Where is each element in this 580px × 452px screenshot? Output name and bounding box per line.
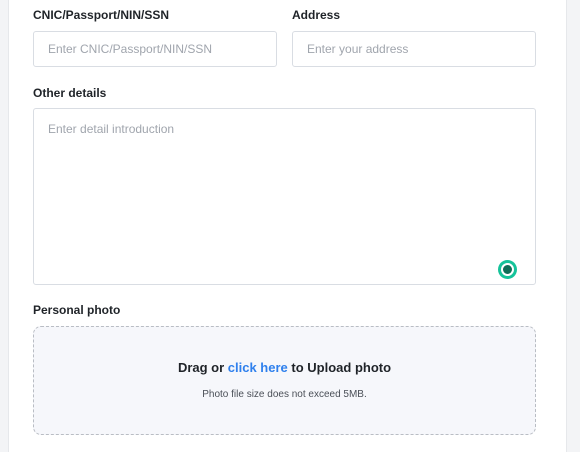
personal-photo-label: Personal photo [33, 303, 121, 317]
form-card: CNIC/Passport/NIN/SSN Address Other deta… [8, 0, 567, 452]
grammarly-ring-icon [501, 263, 514, 276]
other-details-label: Other details [33, 86, 107, 100]
upload-prefix-text: Drag or [177, 360, 228, 375]
cnic-input[interactable] [33, 31, 277, 67]
address-label: Address [292, 8, 341, 22]
upload-click-here-link[interactable]: click here [228, 360, 288, 375]
address-input[interactable] [292, 31, 536, 67]
upload-suffix-text: to Upload photo [287, 360, 392, 375]
cnic-label: CNIC/Passport/NIN/SSN [33, 8, 170, 22]
grammarly-icon[interactable] [498, 260, 517, 279]
upload-size-hint: Photo file size does not exceed 5MB. [202, 389, 367, 400]
other-details-textarea[interactable] [33, 108, 536, 285]
photo-upload-dropzone[interactable]: Drag or click here to Upload photo Photo… [33, 326, 536, 435]
upload-instruction: Drag or click here to Upload photo [34, 360, 535, 375]
